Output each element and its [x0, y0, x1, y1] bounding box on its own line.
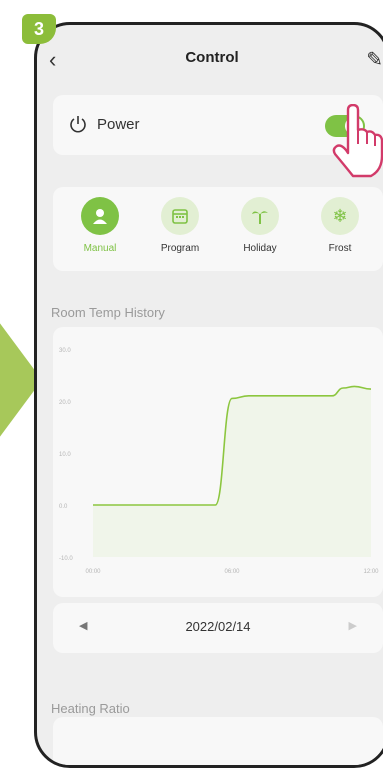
history-title: Room Temp History [51, 305, 165, 320]
pencil-icon[interactable]: ✎ [366, 47, 383, 72]
mode-holiday[interactable]: Holiday [225, 197, 295, 254]
date-navigator: ◀ 2022/02/14 ▶ [53, 603, 383, 653]
calendar-icon [161, 197, 199, 235]
y-tick-label: 0.0 [59, 504, 68, 510]
date-label: 2022/02/14 [185, 619, 251, 634]
y-tick-label: 20.0 [59, 400, 71, 406]
top-bar: ‹ Control ✎ [37, 25, 383, 91]
y-tick-label: 10.0 [59, 452, 71, 458]
mode-label-program: Program [160, 243, 200, 254]
mode-manual[interactable]: Manual [65, 197, 135, 254]
mode-frost[interactable]: ❄ Frost [305, 197, 375, 254]
mode-program[interactable]: Program [145, 197, 215, 254]
palm-tree-icon [241, 197, 279, 235]
snowflake-icon: ❄ [321, 197, 359, 235]
x-tick-label: 06:00 [224, 569, 240, 575]
series-area [93, 386, 371, 557]
person-icon [81, 197, 119, 235]
pointing-hand-icon [332, 104, 383, 178]
heating-ratio-card [53, 717, 383, 765]
temp-history-chart: 30.0 20.0 10.0 0.0 -10.0 00:00 06:00 12:00 [53, 327, 383, 597]
heating-title: Heating Ratio [51, 701, 130, 716]
y-tick-label: 30.0 [59, 348, 71, 354]
power-icon [70, 116, 86, 133]
y-tick-label: -10.0 [59, 556, 73, 562]
mode-label-manual: Manual [83, 243, 117, 254]
chart-svg: 30.0 20.0 10.0 0.0 -10.0 00:00 06:00 12:00 [59, 348, 379, 575]
x-tick-label: 12:00 [363, 569, 379, 575]
page-title: Control [185, 49, 239, 66]
power-label: Power [97, 116, 140, 133]
x-tick-label: 00:00 [85, 569, 101, 575]
step-badge: 3 [22, 14, 56, 44]
mode-selector: Manual Program Holiday ❄ Frost [53, 187, 383, 271]
next-date-button[interactable]: ▶ [349, 619, 357, 632]
mode-label-holiday: Holiday [243, 243, 277, 254]
mode-label-frost: Frost [328, 243, 352, 254]
